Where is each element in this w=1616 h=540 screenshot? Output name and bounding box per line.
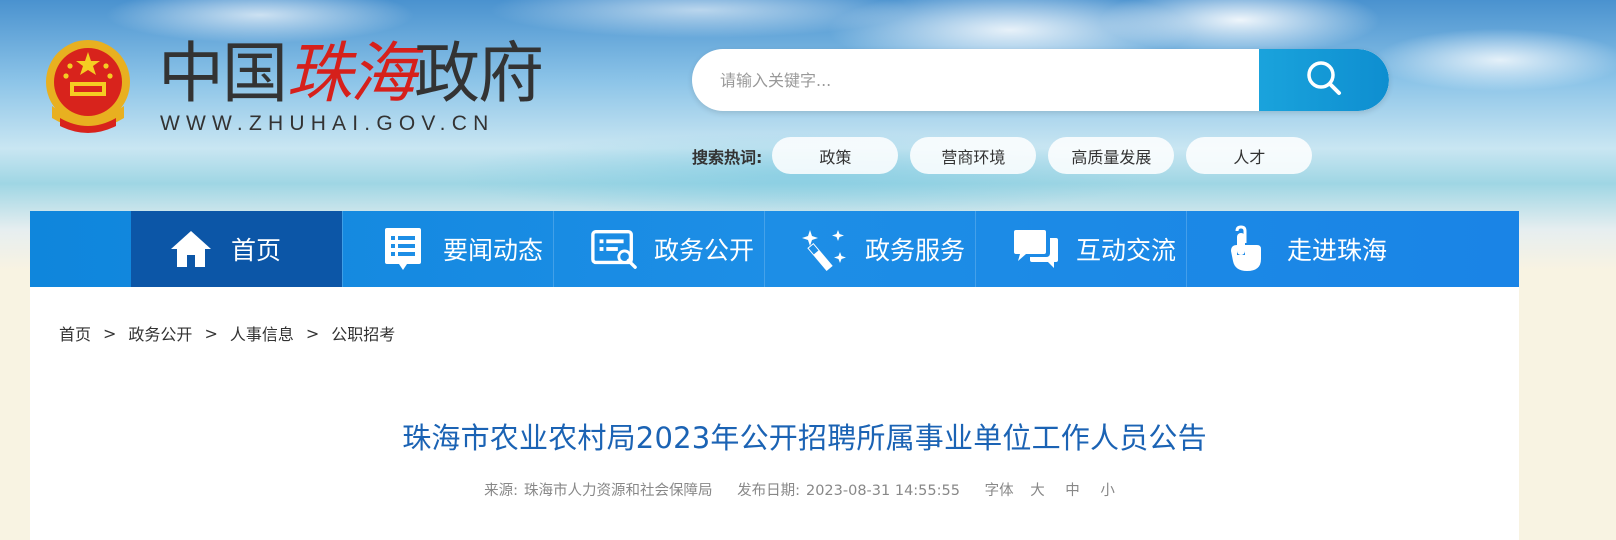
- document-search-icon: [590, 225, 638, 273]
- nav-item-government-affairs[interactable]: 政务公开: [553, 211, 764, 287]
- font-size-large[interactable]: 大: [1030, 483, 1045, 499]
- hot-tag-high-quality-development[interactable]: 高质量发展: [1048, 137, 1175, 174]
- nav-item-government-services[interactable]: 政务服务: [764, 211, 975, 287]
- search-bar: [692, 49, 1389, 111]
- search-input[interactable]: [692, 49, 1260, 111]
- nav-item-interaction[interactable]: 互动交流: [975, 211, 1186, 287]
- breadcrumb-separator: >: [103, 323, 117, 343]
- font-size-medium[interactable]: 中: [1065, 483, 1080, 499]
- hand-pointer-icon: [1223, 225, 1271, 273]
- date-label: 发布日期:: [737, 483, 800, 499]
- hot-tag-policy[interactable]: 政策: [772, 137, 899, 174]
- hot-tag-talent[interactable]: 人才: [1186, 137, 1313, 174]
- logo-city: 珠海: [286, 35, 416, 112]
- site-url: WWW.ZHUHAI.GOV.CN: [160, 112, 495, 135]
- breadcrumb-home[interactable]: 首页: [59, 321, 91, 345]
- hot-tag-business-environment[interactable]: 营商环境: [910, 137, 1037, 174]
- breadcrumb-government-affairs[interactable]: 政务公开: [128, 321, 192, 345]
- font-size-label: 字体: [984, 483, 1014, 499]
- nav-item-explore-zhuhai[interactable]: 走进珠海: [1186, 211, 1397, 287]
- source-value: 珠海市人力资源和社会保障局: [523, 483, 713, 499]
- magic-wand-icon: [801, 225, 849, 273]
- nav-item-home[interactable]: 首页: [131, 211, 342, 287]
- news-list-icon: [379, 225, 427, 273]
- nav-item-label: 走进珠海: [1287, 236, 1388, 265]
- date-value: 2023-08-31 14:55:55: [805, 483, 960, 499]
- logo-prefix: 中国: [158, 35, 288, 112]
- national-emblem-icon: [40, 36, 136, 136]
- hot-search: 搜索热词: 政策 营商环境 高质量发展 人才: [692, 137, 1324, 174]
- breadcrumb-personnel-info[interactable]: 人事信息: [230, 321, 294, 345]
- site-logo-title[interactable]: 中国珠海政府: [158, 35, 544, 112]
- hot-search-label: 搜索热词:: [692, 147, 763, 167]
- nav-item-news[interactable]: 要闻动态: [342, 211, 553, 287]
- source-label: 来源:: [484, 483, 518, 499]
- breadcrumb: 首页 > 政务公开 > 人事信息 > 公职招考: [59, 321, 395, 345]
- search-button[interactable]: [1259, 49, 1389, 111]
- nav-item-label: 政务公开: [654, 236, 755, 265]
- article-title: 珠海市农业农村局2023年公开招聘所属事业单位工作人员公告: [402, 421, 1207, 455]
- breadcrumb-civil-service-recruitment[interactable]: 公职招考: [331, 321, 395, 345]
- search-icon: [1304, 58, 1344, 102]
- logo-suffix: 政府: [414, 35, 544, 112]
- main-nav: 首页 要闻动态 政务公开 政务服务 互动交流 走进珠海: [30, 211, 1519, 287]
- nav-item-label: 政务服务: [865, 236, 966, 265]
- article-meta: 来源: 珠海市人力资源和社会保障局 发布日期: 2023-08-31 14:55:5…: [30, 479, 1579, 500]
- nav-item-label: 互动交流: [1076, 236, 1177, 265]
- nav-item-label: 要闻动态: [443, 236, 544, 265]
- nav-item-label: 首页: [231, 236, 282, 265]
- home-icon: [167, 225, 215, 273]
- chat-bubbles-icon: [1012, 225, 1060, 273]
- breadcrumb-separator: >: [305, 323, 320, 343]
- article-container: 首页 > 政务公开 > 人事信息 > 公职招考 珠海市农业农村局2023年公开招…: [30, 287, 1519, 540]
- font-size-small[interactable]: 小: [1100, 483, 1115, 499]
- breadcrumb-separator: >: [204, 323, 218, 343]
